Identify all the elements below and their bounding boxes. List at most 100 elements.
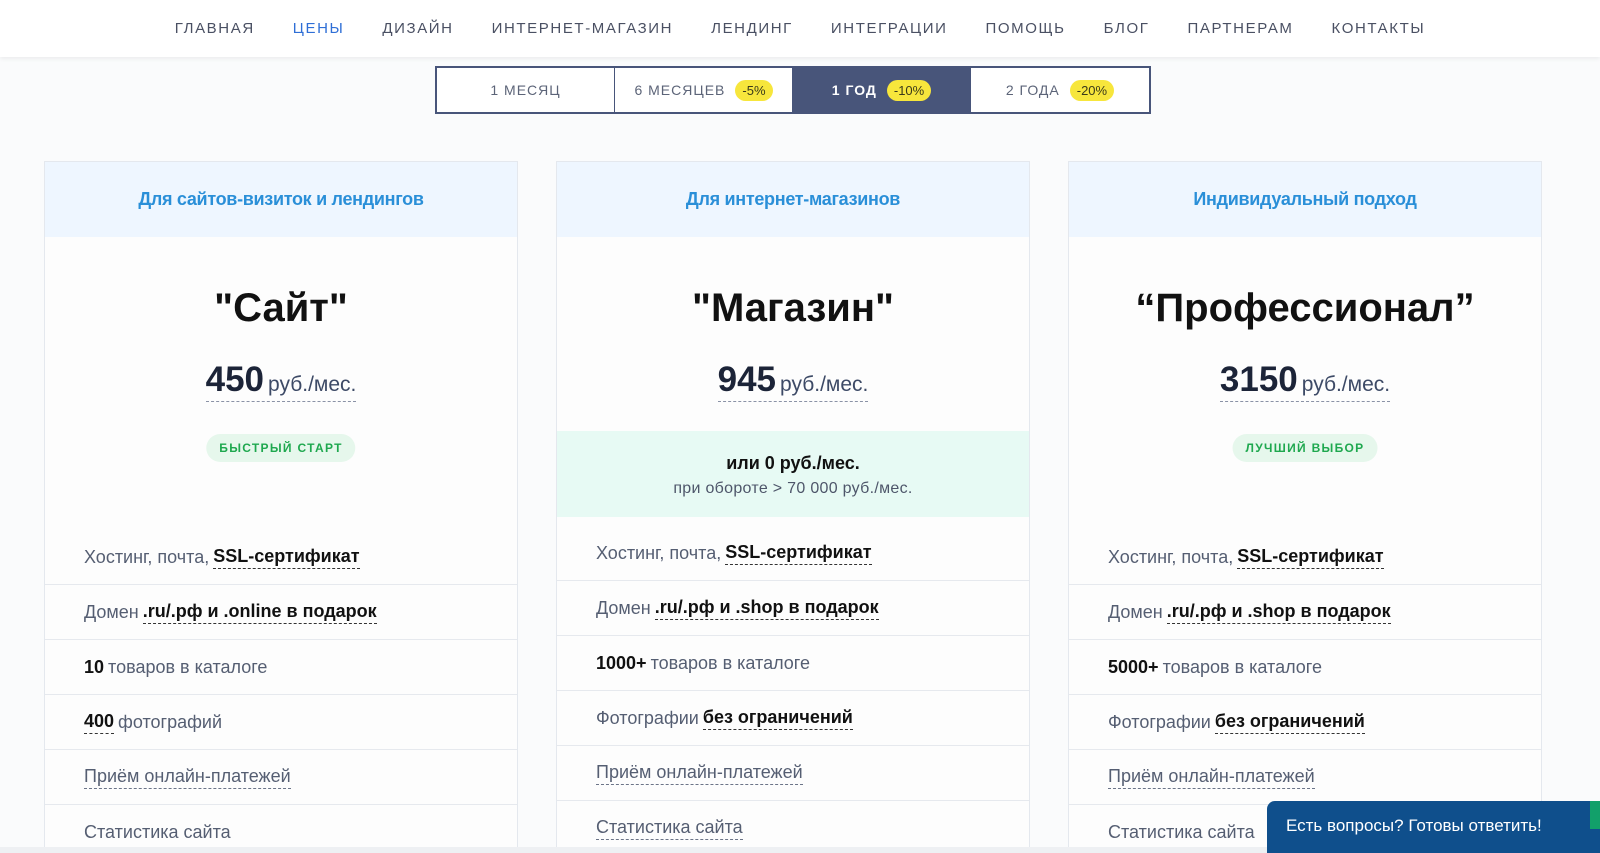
feature-text: Хостинг, почта, xyxy=(84,546,210,567)
feature-highlight[interactable]: SSL-сертификат xyxy=(1237,546,1384,569)
period-label: 1 МЕСЯЦ xyxy=(490,82,561,98)
nav-item-blog[interactable]: БЛОГ xyxy=(1085,4,1169,54)
nav-item-landing[interactable]: ЛЕНДИНГ xyxy=(692,4,812,54)
plan-name: "Магазин" xyxy=(691,286,894,330)
feature-text: товаров в каталоге xyxy=(1162,656,1322,677)
feature-link[interactable]: Статистика сайта xyxy=(596,817,743,840)
period-tab-1-year[interactable]: 1 ГОД -10% xyxy=(793,68,971,112)
feature-item: 5000+ товаров в каталоге xyxy=(1069,640,1541,695)
feature-highlight: 10 xyxy=(84,656,105,677)
feature-item: 1000+ товаров в каталоге xyxy=(557,636,1029,691)
feature-highlight[interactable]: без ограничений xyxy=(1214,711,1365,734)
promo-main: или 0 руб./мес. xyxy=(726,453,860,473)
feature-list: Хостинг, почта, SSL-сертификат Домен .ru/.… xyxy=(45,530,517,853)
feature-item: 400 фотографий xyxy=(45,695,517,750)
feature-link[interactable]: Приём онлайн-платежей xyxy=(1108,766,1315,789)
plan-badge: ЛУЧШИЙ ВЫБОР xyxy=(1232,434,1378,462)
period-label: 6 МЕСЯЦЕВ xyxy=(634,82,726,98)
nav-item-prices[interactable]: ЦЕНЫ xyxy=(274,4,364,54)
period-tab-1-month[interactable]: 1 МЕСЯЦ xyxy=(437,68,615,112)
top-navigation: ГЛАВНАЯ ЦЕНЫ ДИЗАЙН ИНТЕРНЕТ-МАГАЗИН ЛЕН… xyxy=(0,0,1600,57)
feature-highlight[interactable]: .ru/.рф и .shop в подарок xyxy=(1166,601,1391,624)
chat-label: Есть вопросы? Готовы ответить! xyxy=(1286,816,1542,835)
price-amount: 450 xyxy=(205,360,265,399)
feature-item: Хостинг, почта, SSL-сертификат xyxy=(557,526,1029,581)
price-amount: 945 xyxy=(717,360,777,399)
feature-item: Домен .ru/.рф и .shop в подарок xyxy=(557,581,1029,636)
feature-link[interactable]: Приём онлайн-платежей xyxy=(596,762,803,785)
feature-text: Фотографии xyxy=(1108,711,1211,732)
price-unit: руб./мес. xyxy=(268,373,357,396)
nav-item-help[interactable]: ПОМОЩЬ xyxy=(966,4,1084,54)
plan-name: “Профессионал” xyxy=(1135,286,1475,330)
feature-item: Приём онлайн-платежей xyxy=(557,746,1029,801)
plan-card-store: Для интернет-магазинов "Магазин" 945 руб.… xyxy=(556,161,1030,853)
feature-link[interactable]: Приём онлайн-платежей xyxy=(84,766,291,789)
feature-item: Домен .ru/.рф и .shop в подарок xyxy=(1069,585,1541,640)
plan-price: 450 руб./мес. xyxy=(45,360,517,402)
feature-highlight[interactable]: SSL-сертификат xyxy=(725,542,872,565)
nav-item-online-store[interactable]: ИНТЕРНЕТ-МАГАЗИН xyxy=(473,4,693,54)
nav-item-integrations[interactable]: ИНТЕГРАЦИИ xyxy=(812,4,967,54)
feature-item: Домен .ru/.рф и .online в подарок xyxy=(45,585,517,640)
chat-widget-button[interactable]: Есть вопросы? Готовы ответить! xyxy=(1267,801,1600,853)
plan-card-professional: Индивидуальный подход “Профессионал” 315… xyxy=(1068,161,1542,853)
feature-text: Хостинг, почта, xyxy=(596,542,722,563)
nav-item-contacts[interactable]: КОНТАКТЫ xyxy=(1313,4,1445,54)
nav-item-design[interactable]: ДИЗАЙН xyxy=(363,4,472,54)
promo-condition: при обороте > 70 000 руб./мес. xyxy=(673,480,913,497)
feature-text: товаров в каталоге xyxy=(108,656,268,677)
discount-badge: -5% xyxy=(735,79,773,101)
feature-highlight[interactable]: 400 xyxy=(84,711,115,734)
feature-list: Хостинг, почта, SSL-сертификат Домен .ru/.… xyxy=(557,526,1029,853)
plan-name: "Сайт" xyxy=(214,286,348,330)
discount-badge: -10% xyxy=(886,79,932,101)
period-label: 2 ГОДА xyxy=(1005,82,1060,98)
period-tab-2-years[interactable]: 2 ГОДА -20% xyxy=(971,68,1149,112)
plan-card-site: Для сайтов-визиток и лендингов "Сайт" 45… xyxy=(44,161,518,853)
feature-item: Статистика сайта xyxy=(557,801,1029,853)
page-bottom-edge xyxy=(0,847,1267,853)
price-amount: 3150 xyxy=(1219,360,1298,399)
feature-text: Статистика сайта xyxy=(84,821,231,842)
feature-highlight: 1000+ xyxy=(596,652,647,673)
feature-item: Фотографии без ограничений xyxy=(557,691,1029,746)
feature-text: Домен xyxy=(84,601,139,622)
feature-item: Хостинг, почта, SSL-сертификат xyxy=(45,530,517,585)
feature-item: Фотографии без ограничений xyxy=(1069,695,1541,750)
feature-text: товаров в каталоге xyxy=(650,652,810,673)
feature-highlight[interactable]: .ru/.рф и .online в подарок xyxy=(142,601,377,624)
feature-text: Фотографии xyxy=(596,707,699,728)
period-tab-6-months[interactable]: 6 МЕСЯЦЕВ -5% xyxy=(615,68,793,112)
feature-item: Приём онлайн-платежей xyxy=(45,750,517,805)
feature-text: Домен xyxy=(1108,601,1163,622)
nav-item-partners[interactable]: ПАРТНЕРАМ xyxy=(1169,4,1313,54)
plan-price: 3150 руб./мес. xyxy=(1069,360,1541,402)
price-unit: руб./мес. xyxy=(1301,373,1391,396)
chat-status-indicator xyxy=(1590,801,1600,829)
period-label: 1 ГОД xyxy=(831,82,877,98)
price-value[interactable]: 450 руб./мес. xyxy=(205,360,357,402)
feature-item: Приём онлайн-платежей xyxy=(1069,750,1541,805)
turnover-promo: или 0 руб./мес. при обороте > 70 000 руб… xyxy=(557,431,1029,517)
price-unit: руб./мес. xyxy=(780,373,869,396)
billing-period-selector: 1 МЕСЯЦ 6 МЕСЯЦЕВ -5% 1 ГОД -10% 2 ГОДА … xyxy=(435,66,1151,114)
feature-text: Хостинг, почта, xyxy=(1108,546,1234,567)
feature-text: фотографий xyxy=(118,711,223,732)
feature-highlight[interactable]: .ru/.рф и .shop в подарок xyxy=(654,597,879,620)
feature-item: 10 товаров в каталоге xyxy=(45,640,517,695)
feature-highlight: 5000+ xyxy=(1108,656,1159,677)
plan-price: 945 руб./мес. xyxy=(557,360,1029,402)
plan-header: Для интернет-магазинов xyxy=(557,162,1029,237)
plan-header: Индивидуальный подход xyxy=(1069,162,1541,237)
plan-header: Для сайтов-визиток и лендингов xyxy=(45,162,517,237)
feature-highlight[interactable]: SSL-сертификат xyxy=(213,546,360,569)
price-value[interactable]: 3150 руб./мес. xyxy=(1219,360,1391,402)
feature-highlight[interactable]: без ограничений xyxy=(702,707,853,730)
feature-text: Домен xyxy=(596,597,651,618)
feature-item: Хостинг, почта, SSL-сертификат xyxy=(1069,530,1541,585)
nav-item-home[interactable]: ГЛАВНАЯ xyxy=(156,4,274,54)
feature-text: Статистика сайта xyxy=(1108,821,1255,842)
discount-badge: -20% xyxy=(1069,79,1115,101)
price-value[interactable]: 945 руб./мес. xyxy=(717,360,869,402)
